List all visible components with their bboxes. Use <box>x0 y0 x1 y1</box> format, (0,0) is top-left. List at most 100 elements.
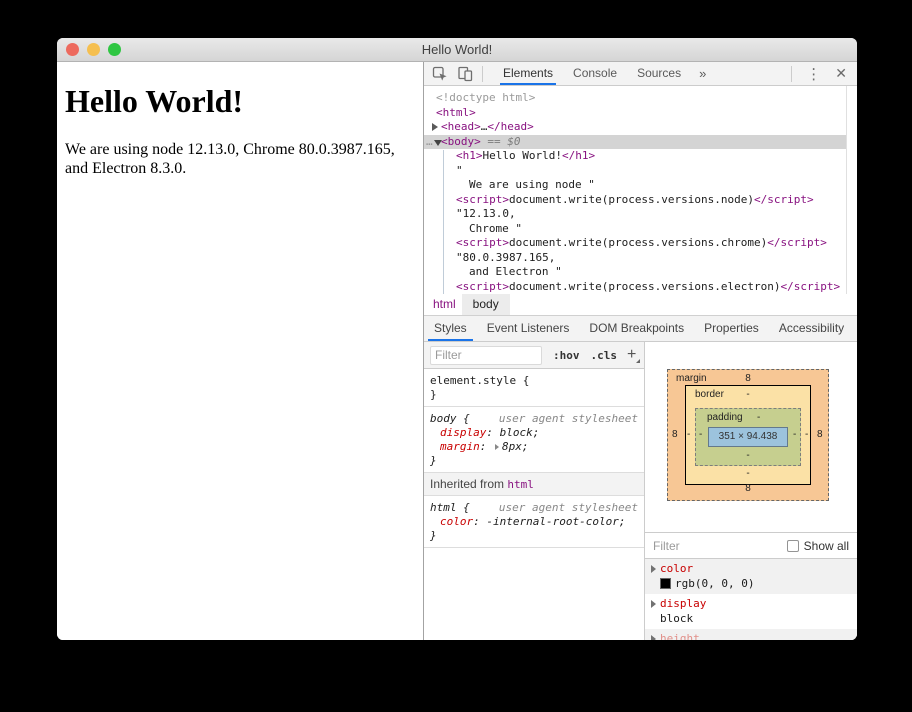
computed-property-name-row[interactable]: height <box>645 631 857 640</box>
code-segment: <script> <box>456 192 509 206</box>
tree-row[interactable]: <h1>Hello World!</h1> <box>424 149 846 164</box>
sidebar-tab-accessibility[interactable]: Accessibility <box>773 316 850 341</box>
border-left-value[interactable]: - <box>687 429 690 440</box>
padding-bottom-value[interactable]: - <box>667 450 829 461</box>
computed-property[interactable]: color rgb(0, 0, 0) <box>645 559 857 594</box>
rule-origin: user agent stylesheet <box>498 412 638 425</box>
computed-property-name: color <box>660 562 694 575</box>
expand-arrow-icon[interactable] <box>651 564 656 573</box>
more-tabs-chevron[interactable]: » <box>691 62 714 85</box>
tree-row[interactable]: <script>document.write(process.versions.… <box>424 236 846 251</box>
expand-value-arrow-icon[interactable] <box>495 444 499 450</box>
code-segment: <html> <box>436 105 476 119</box>
tree-row[interactable]: "80.0.3987.165, <box>424 251 846 266</box>
css-declaration[interactable]: display: block; <box>430 426 638 440</box>
computed-properties-list: color rgb(0, 0, 0) display block height <box>645 559 857 640</box>
devtools-tab-console[interactable]: Console <box>563 62 627 85</box>
tree-row[interactable]: <head>…</head> <box>424 120 846 135</box>
code-segment: </h1> <box>561 149 596 162</box>
computed-property[interactable]: display block <box>645 594 857 629</box>
rendered-page: Hello World! We are using node 12.13.0, … <box>57 62 424 640</box>
rule-close-brace: } <box>430 529 437 542</box>
sidebar-tab-event-listeners[interactable]: Event Listeners <box>481 316 576 341</box>
show-all-checkbox[interactable] <box>786 539 799 552</box>
border-bottom-value[interactable]: - <box>667 468 829 479</box>
css-declaration[interactable]: color: -internal-root-color; <box>430 515 638 529</box>
box-model-content-rect[interactable]: 351 × 94.438 <box>708 427 788 447</box>
style-rules-list: element.style {} body {user agent stylesh… <box>424 369 644 640</box>
padding-top-value[interactable]: - <box>757 412 760 423</box>
tree-row[interactable]: and Electron " <box>424 265 846 280</box>
rule-origin: user agent stylesheet <box>498 501 638 514</box>
rule-close-brace: } <box>430 388 437 401</box>
tree-row[interactable]: <script>document.write(process.versions.… <box>424 193 846 208</box>
css-property-value: 8px; <box>502 440 529 453</box>
margin-left-value[interactable]: 8 <box>672 429 678 440</box>
padding-left-value[interactable]: - <box>699 429 702 440</box>
sidebar-tab-dom-breakpoints[interactable]: DOM Breakpoints <box>583 316 690 341</box>
style-rule[interactable]: html {user agent stylesheet color: -inter… <box>424 496 644 548</box>
computed-filter-input[interactable]: Filter <box>653 539 680 553</box>
code-segment: "12.13.0, <box>456 207 516 220</box>
minimize-traffic-light[interactable] <box>87 43 100 56</box>
tree-row[interactable]: <!doctype html> <box>424 91 846 106</box>
margin-right-value[interactable]: 8 <box>817 429 823 440</box>
hov-toggle[interactable]: :hov <box>553 349 580 362</box>
devtools-tab-sources[interactable]: Sources <box>627 62 691 85</box>
devtools-close-icon[interactable]: ✕ <box>829 65 849 82</box>
expand-arrow-icon[interactable] <box>432 123 438 131</box>
tree-row[interactable]: <html> <box>424 106 846 121</box>
zoom-traffic-light[interactable] <box>108 43 121 56</box>
styles-filter-bar: :hov .cls + <box>424 342 644 369</box>
code-segment: <script> <box>456 236 509 249</box>
close-traffic-light[interactable] <box>66 43 79 56</box>
titlebar[interactable]: Hello World! <box>57 38 857 62</box>
overflow-dots-icon[interactable]: … <box>426 135 433 150</box>
breadcrumb-body[interactable]: body <box>461 294 510 315</box>
expand-arrow-icon[interactable] <box>651 599 656 608</box>
border-right-value[interactable]: - <box>805 429 808 440</box>
rule-selector-line: html {user agent stylesheet <box>430 501 638 515</box>
devtools-tab-elements[interactable]: Elements <box>493 62 563 85</box>
tree-row[interactable]: "12.13.0, <box>424 207 846 222</box>
code-segment: </script> <box>754 192 814 206</box>
tree-row[interactable]: Chrome " <box>424 222 846 237</box>
inspect-element-icon[interactable] <box>432 66 448 82</box>
margin-bottom-value[interactable]: 8 <box>667 483 829 494</box>
computed-property-value: rgb(0, 0, 0) <box>675 577 755 590</box>
rule-selector-line: body {user agent stylesheet <box>430 412 638 426</box>
css-property-name: margin <box>440 440 480 453</box>
sidebar-tab-properties[interactable]: Properties <box>698 316 765 341</box>
computed-property-value: block <box>660 612 694 625</box>
tree-row[interactable]: " <box>424 164 846 179</box>
kebab-menu-icon[interactable]: ⋮ <box>798 65 829 83</box>
style-rule[interactable]: element.style {} <box>424 369 644 407</box>
color-swatch[interactable] <box>660 578 671 589</box>
style-rule[interactable]: body {user agent stylesheet display: bloc… <box>424 407 644 473</box>
tree-scrollbar-track[interactable] <box>846 86 847 294</box>
device-toolbar-icon[interactable] <box>457 66 473 82</box>
code-segment: document.write(process.versions.electron… <box>508 279 781 293</box>
new-style-rule-button[interactable]: + <box>627 347 641 363</box>
cls-toggle[interactable]: .cls <box>591 349 618 362</box>
computed-property-name-row[interactable]: display <box>645 596 857 611</box>
collapse-arrow-icon[interactable] <box>434 139 442 146</box>
expand-arrow-icon[interactable] <box>651 634 656 640</box>
margin-top-value[interactable]: 8 <box>667 373 829 384</box>
code-segment: <h1> <box>456 149 483 162</box>
devtools-toolbar: Elements Console Sources » ⋮ ✕ <box>424 62 857 86</box>
computed-property[interactable]: height <box>645 629 857 640</box>
tree-row[interactable]: We are using node " <box>424 178 846 193</box>
border-top-value[interactable]: - <box>667 389 829 400</box>
breadcrumb-html[interactable]: html <box>427 294 462 315</box>
tree-row[interactable]: … <body> == $0 <box>424 134 846 150</box>
tree-row[interactable]: <script>document.write(process.versions.… <box>424 280 846 295</box>
inherited-node-link[interactable]: html <box>507 478 534 491</box>
css-declaration[interactable]: margin: 8px; <box>430 440 638 454</box>
rule-selector: element.style { <box>430 374 530 387</box>
styles-filter-input[interactable] <box>430 345 542 365</box>
computed-filter-bar: Filter Show all <box>645 533 857 559</box>
padding-right-value[interactable]: - <box>793 429 796 440</box>
computed-property-name-row[interactable]: color <box>645 561 857 576</box>
sidebar-tab-styles[interactable]: Styles <box>428 316 473 341</box>
